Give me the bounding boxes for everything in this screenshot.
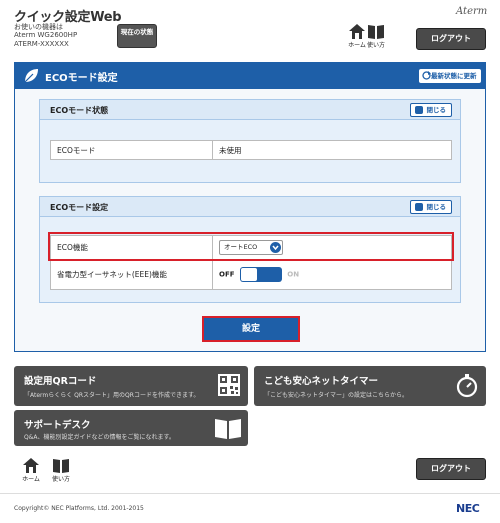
eee-function-label: 省電力型イーサネット(EEE)機能 [50,259,213,290]
status-close-button[interactable]: 閉じる [410,103,452,117]
eco-mode-label: ECOモード [50,140,213,160]
leaf-icon [24,69,38,83]
qr-code-tile[interactable]: 設定用QRコード 「Atermらくらく QRスタート」用のQRコードを作成できま… [14,366,248,406]
submit-button[interactable]: 設定 [202,316,300,342]
qr-code-icon [218,374,240,396]
timer-tile-title: こども安心ネットタイマー [264,376,379,387]
panel-header: ECOモード設定 最新状態に更新 [15,63,485,89]
home-icon [23,458,39,473]
status-close-label: 閉じる [426,106,447,114]
book-icon [368,25,384,39]
footer-help-button[interactable]: 使い方 [47,458,75,488]
model-name: Aterm WG2600HP [14,31,78,39]
eco-settings-panel: ECOモード設定 最新状態に更新 ECOモード状態 閉じる ECOモード 未使用 [14,62,486,352]
settings-section-header: ECOモード設定 閉じる [40,197,460,217]
help-label: 使い方 [366,42,385,49]
eco-function-highlight [48,232,454,261]
support-desk-tile[interactable]: サポートデスク Q&A、機能別設定ガイドなどの情報をご覧になれます。 [14,410,248,446]
footer-help-label: 使い方 [51,476,70,483]
stopwatch-icon [456,374,478,398]
copyright-text: Copyright© NEC Platforms, Ltd. 2001-2015 [14,505,144,512]
book-icon [53,459,69,473]
footer-logout-button[interactable]: ログアウト [416,458,486,480]
eco-mode-value: 未使用 [212,140,452,160]
settings-section: ECOモード設定 閉じる ECO機能 オートECO 省電力型イーサネット(EEE… [39,196,461,303]
book-icon [215,419,241,439]
support-tile-title: サポートデスク [24,420,91,431]
timer-tile-desc: 「こども安心ネットタイマー」の設定はこちらから。 [264,392,409,399]
status-section-title: ECOモード状態 [50,106,109,115]
settings-close-label: 閉じる [426,203,447,211]
qr-tile-title: 設定用QRコード [24,376,97,387]
status-section-header: ECOモード状態 閉じる [40,100,460,120]
status-section: ECOモード状態 閉じる ECOモード 未使用 [39,99,461,183]
footer-divider [0,493,500,494]
settings-close-button[interactable]: 閉じる [410,200,452,214]
status-table: ECOモード 未使用 [50,140,452,160]
table-row: ECOモード 未使用 [50,140,452,160]
chevron-up-icon [415,106,423,114]
help-button[interactable]: 使い方 [362,24,390,54]
aterm-logo: Aterm [456,6,488,17]
child-safe-timer-tile[interactable]: こども安心ネットタイマー 「こども安心ネットタイマー」の設定はこちらから。 [254,366,486,406]
support-tile-desc: Q&A、機能別設定ガイドなどの情報をご覧になれます。 [24,434,175,441]
refresh-button[interactable]: 最新状態に更新 [419,69,481,83]
refresh-label: 最新状態に更新 [431,72,477,80]
chevron-up-icon [415,203,423,211]
header: クイック設定Web お使いの機器は Aterm WG2600HP ATERM-X… [0,0,500,58]
eee-off-label: OFF [219,270,235,279]
logout-button[interactable]: ログアウト [416,28,486,50]
toggle-knob [240,268,257,281]
refresh-icon [422,71,431,80]
footer-home-label: ホーム [22,476,40,483]
nec-logo: NEC [456,502,480,515]
table-row: 省電力型イーサネット(EEE)機能 OFF ON [50,259,452,290]
footer-home-button[interactable]: ホーム [17,458,45,488]
model-id: ATERM-XXXXXX [14,40,69,48]
eee-on-label: ON [287,270,300,279]
panel-title: ECOモード設定 [45,73,118,84]
current-status-button[interactable]: 現在の状態 [117,24,157,48]
settings-section-title: ECOモード設定 [50,203,109,212]
eee-toggle[interactable] [239,267,282,282]
qr-tile-desc: 「Atermらくらく QRスタート」用のQRコードを作成できます。 [24,392,200,399]
